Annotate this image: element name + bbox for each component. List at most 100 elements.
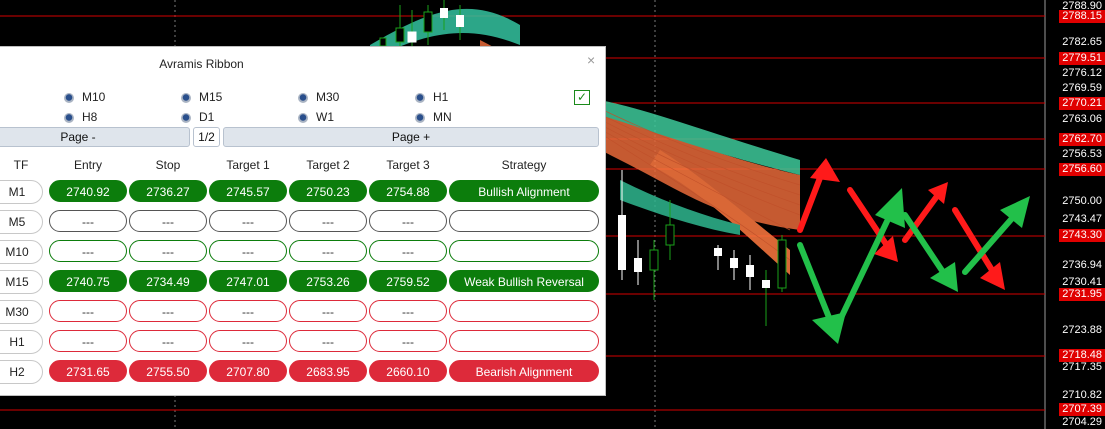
entry-cell: 2740.75 bbox=[49, 270, 127, 292]
header-entry: Entry bbox=[73, 158, 102, 172]
radio-dot-icon bbox=[415, 112, 425, 123]
price-label: 2756.53 bbox=[1062, 148, 1102, 160]
arrow-up-icon bbox=[962, 196, 1030, 275]
target-2-cell: --- bbox=[289, 300, 367, 322]
entry-cell: --- bbox=[49, 240, 127, 262]
page-indicator: 1/2 bbox=[193, 127, 220, 147]
radio-dot-icon bbox=[298, 112, 308, 123]
target-3-cell: 2754.88 bbox=[369, 180, 447, 202]
target-1-cell: --- bbox=[209, 240, 287, 262]
price-label: 2763.06 bbox=[1062, 113, 1102, 125]
price-label: 2750.00 bbox=[1062, 195, 1102, 207]
radio-tf-m30[interactable]: M30 bbox=[298, 90, 339, 104]
header-strategy: Strategy bbox=[501, 158, 547, 172]
radio-label: MN bbox=[433, 110, 452, 124]
level-price-label: 2779.51 bbox=[1059, 52, 1105, 65]
timeframe-label: M15 bbox=[0, 270, 43, 294]
entry-cell: --- bbox=[49, 210, 127, 232]
timeframe-label: H1 bbox=[0, 330, 43, 354]
timeframe-label: M30 bbox=[0, 300, 43, 324]
level-price-label: 2762.70 bbox=[1059, 133, 1105, 146]
price-label: 2782.65 bbox=[1062, 36, 1102, 48]
close-icon[interactable]: × bbox=[587, 52, 595, 68]
level-price-label: 2770.21 bbox=[1059, 97, 1105, 110]
arrow-up-icon bbox=[902, 182, 948, 243]
radio-tf-mn[interactable]: MN bbox=[415, 110, 452, 124]
radio-tf-h8[interactable]: H8 bbox=[64, 110, 97, 124]
header-target-2: Target 2 bbox=[306, 158, 350, 172]
strategy-cell: Weak Bullish Reversal bbox=[449, 270, 599, 292]
target-2-cell: --- bbox=[289, 330, 367, 352]
strategy-cell bbox=[449, 330, 599, 352]
strategy-cell: Bearish Alignment bbox=[449, 360, 599, 382]
radio-tf-d1[interactable]: D1 bbox=[181, 110, 214, 124]
target-2-cell: --- bbox=[289, 210, 367, 232]
strategy-cell: Bullish Alignment bbox=[449, 180, 599, 202]
target-1-cell: 2707.80 bbox=[209, 360, 287, 382]
radio-tf-m10[interactable]: M10 bbox=[64, 90, 105, 104]
price-label: 2769.59 bbox=[1062, 82, 1102, 94]
target-3-cell: --- bbox=[369, 300, 447, 322]
radio-label: H1 bbox=[433, 90, 449, 104]
price-label: 2743.47 bbox=[1062, 213, 1102, 225]
target-3-cell: --- bbox=[369, 330, 447, 352]
level-price-label: 2788.15 bbox=[1059, 10, 1105, 23]
radio-label: W1 bbox=[316, 110, 334, 124]
timeframe-label: H2 bbox=[0, 360, 43, 384]
radio-tf-m15[interactable]: M15 bbox=[181, 90, 222, 104]
checkmark-icon: ✓ bbox=[576, 90, 588, 104]
radio-dot-icon bbox=[298, 92, 308, 103]
radio-tf-w1[interactable]: W1 bbox=[298, 110, 334, 124]
avramis-ribbon-panel[interactable]: Avramis Ribbon × M10 M15 M30 H1 H8 D1 W1… bbox=[0, 46, 606, 396]
target-1-cell: --- bbox=[209, 330, 287, 352]
enable-checkbox[interactable]: ✓ bbox=[574, 90, 590, 105]
radio-dot-icon bbox=[415, 92, 425, 103]
radio-label: H8 bbox=[82, 110, 98, 124]
target-2-cell: 2683.95 bbox=[289, 360, 367, 382]
radio-dot-icon bbox=[181, 112, 191, 123]
target-2-cell: 2753.26 bbox=[289, 270, 367, 292]
header-tf: TF bbox=[13, 158, 29, 172]
level-price-label: 2707.39 bbox=[1059, 403, 1105, 416]
entry-cell: --- bbox=[49, 300, 127, 322]
strategy-cell bbox=[449, 240, 599, 262]
radio-dot-icon bbox=[181, 92, 191, 103]
price-label: 2710.82 bbox=[1062, 389, 1102, 401]
level-price-label: 2756.60 bbox=[1059, 163, 1105, 176]
stop-cell: 2736.27 bbox=[129, 180, 207, 202]
timeframe-label: M10 bbox=[0, 240, 43, 264]
arrow-down-icon bbox=[902, 212, 958, 292]
panel-title: Avramis Ribbon bbox=[159, 57, 244, 71]
header-target-1: Target 1 bbox=[226, 158, 270, 172]
stop-cell: 2734.49 bbox=[129, 270, 207, 292]
target-3-cell: --- bbox=[369, 240, 447, 262]
arrow-down-icon bbox=[952, 207, 1005, 290]
level-price-label: 2731.95 bbox=[1059, 288, 1105, 301]
target-1-cell: --- bbox=[209, 210, 287, 232]
price-label: 2717.35 bbox=[1062, 361, 1102, 373]
level-price-label: 2743.30 bbox=[1059, 229, 1105, 242]
page-prev-button[interactable]: Page - bbox=[0, 127, 190, 147]
stop-cell: --- bbox=[129, 240, 207, 262]
price-label: 2776.12 bbox=[1062, 67, 1102, 79]
price-label: 2704.29 bbox=[1062, 416, 1102, 428]
radio-label: M30 bbox=[316, 90, 340, 104]
header-stop: Stop bbox=[155, 158, 181, 172]
timeframe-label: M5 bbox=[0, 210, 43, 234]
timeframe-label: M1 bbox=[0, 180, 43, 204]
stop-cell: --- bbox=[129, 300, 207, 322]
price-label: 2736.94 bbox=[1062, 259, 1102, 271]
projection-arrows bbox=[797, 158, 1030, 344]
price-label: 2723.88 bbox=[1062, 324, 1102, 336]
radio-tf-h1[interactable]: H1 bbox=[415, 90, 448, 104]
entry-cell: 2731.65 bbox=[49, 360, 127, 382]
radio-dot-icon bbox=[64, 112, 74, 123]
header-target-3: Target 3 bbox=[386, 158, 430, 172]
entry-cell: 2740.92 bbox=[49, 180, 127, 202]
page-next-button[interactable]: Page + bbox=[223, 127, 599, 147]
target-3-cell: --- bbox=[369, 210, 447, 232]
radio-label: D1 bbox=[199, 110, 215, 124]
stop-cell: --- bbox=[129, 330, 207, 352]
radio-label: M10 bbox=[82, 90, 106, 104]
strategy-cell bbox=[449, 210, 599, 232]
